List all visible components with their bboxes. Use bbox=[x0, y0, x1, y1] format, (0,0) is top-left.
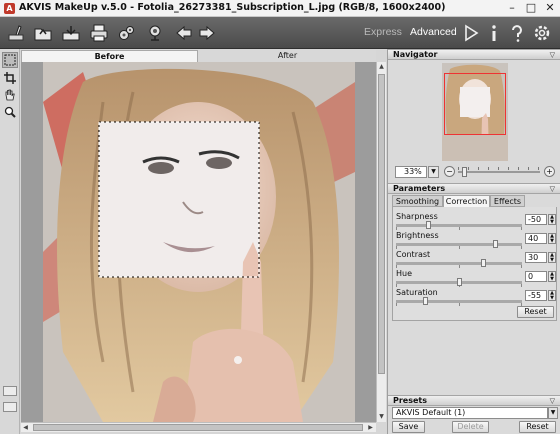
param-slider[interactable] bbox=[396, 300, 522, 306]
save-image-icon[interactable] bbox=[60, 22, 82, 44]
param-slider-thumb[interactable] bbox=[426, 221, 432, 229]
navigator-title: Navigator bbox=[393, 50, 438, 59]
preferences-icon[interactable] bbox=[531, 22, 553, 44]
param-value-field[interactable]: 0 bbox=[525, 271, 547, 282]
param-hue: Hue 0 ▲ ▼ bbox=[396, 269, 556, 287]
tab-effects[interactable]: Effects bbox=[490, 195, 525, 207]
redo-icon[interactable] bbox=[196, 22, 218, 44]
help-icon[interactable] bbox=[506, 22, 528, 44]
param-saturation: Saturation -55 ▲ ▼ bbox=[396, 288, 556, 306]
scroll-right-icon[interactable]: ▶ bbox=[366, 423, 375, 432]
vertical-scrollbar[interactable]: ▲ ▼ bbox=[376, 62, 386, 422]
preset-delete-button[interactable]: Delete bbox=[452, 421, 489, 433]
tab-smoothing[interactable]: Smoothing bbox=[392, 195, 443, 207]
presets-title: Presets bbox=[393, 396, 428, 405]
horizontal-scrollbar[interactable]: ◀ ▶ bbox=[21, 422, 376, 432]
image-viewport[interactable] bbox=[21, 62, 376, 422]
zoom-slider-track[interactable] bbox=[458, 167, 540, 173]
brush-icon bbox=[5, 22, 27, 44]
print-icon[interactable] bbox=[88, 22, 110, 44]
zoom-field[interactable]: 33% bbox=[395, 166, 427, 178]
express-mode-button[interactable]: Express bbox=[364, 26, 402, 38]
param-slider[interactable] bbox=[396, 224, 522, 230]
vertical-scroll-thumb[interactable] bbox=[378, 74, 385, 374]
spin-icon[interactable]: ▲ ▼ bbox=[548, 252, 556, 263]
param-value-field[interactable]: -50 bbox=[525, 214, 547, 225]
param-brightness: Brightness 40 ▲ ▼ bbox=[396, 231, 556, 249]
plugins-icon[interactable] bbox=[116, 22, 138, 44]
scroll-left-icon[interactable]: ◀ bbox=[21, 423, 30, 432]
right-panel: Navigator ▽ 33% ▼ − + Parameters ▽ Smoot… bbox=[387, 49, 560, 434]
param-slider[interactable] bbox=[396, 262, 522, 268]
hand-tool-icon[interactable] bbox=[2, 87, 18, 103]
tools-panel bbox=[0, 49, 20, 434]
scroll-down-icon[interactable]: ▼ bbox=[377, 412, 386, 421]
navigator-header[interactable]: Navigator ▽ bbox=[388, 49, 560, 60]
spin-icon[interactable]: ▲ ▼ bbox=[548, 290, 556, 301]
param-slider-thumb[interactable] bbox=[422, 297, 428, 305]
display-mode-icon[interactable] bbox=[3, 386, 17, 396]
portrait-photo bbox=[43, 62, 355, 422]
spin-icon[interactable]: ▲ ▼ bbox=[548, 214, 556, 225]
param-label: Sharpness bbox=[396, 212, 438, 221]
param-value-field[interactable]: -55 bbox=[525, 290, 547, 301]
akvis-logo-icon: A bbox=[4, 3, 15, 14]
param-slider-thumb[interactable] bbox=[456, 278, 462, 286]
param-slider-thumb[interactable] bbox=[492, 240, 498, 248]
window-title: AKVIS MakeUp v.5.0 - Fotolia_26273381_Su… bbox=[19, 2, 446, 13]
layout-toggle-icon[interactable] bbox=[3, 402, 17, 412]
correction-panel: Sharpness -50 ▲ ▼ Brightness 40 ▲ ▼ Contra… bbox=[392, 207, 557, 321]
zoom-dropdown-icon[interactable]: ▼ bbox=[428, 166, 439, 178]
navigator-thumbnail[interactable] bbox=[442, 63, 508, 161]
open-image-icon[interactable] bbox=[32, 22, 54, 44]
maximize-button[interactable]: □ bbox=[524, 1, 538, 15]
param-sharpness: Sharpness -50 ▲ ▼ bbox=[396, 212, 556, 230]
parameters-title: Parameters bbox=[393, 184, 446, 193]
collapse-icon[interactable]: ▽ bbox=[550, 396, 555, 406]
parameters-reset-button[interactable]: Reset bbox=[517, 306, 554, 318]
param-label: Saturation bbox=[396, 288, 438, 297]
param-slider[interactable] bbox=[396, 243, 522, 249]
param-value-field[interactable]: 40 bbox=[525, 233, 547, 244]
spin-icon[interactable]: ▲ ▼ bbox=[548, 233, 556, 244]
zoom-tool-icon[interactable] bbox=[2, 104, 18, 120]
param-label: Hue bbox=[396, 269, 413, 278]
selection-tool-icon[interactable] bbox=[2, 52, 18, 68]
preset-save-button[interactable]: Save bbox=[392, 421, 425, 433]
minimize-button[interactable]: – bbox=[505, 1, 519, 15]
preset-dropdown-icon[interactable]: ▼ bbox=[548, 407, 558, 419]
parameter-tabs: Smoothing Correction Effects bbox=[392, 195, 557, 207]
tab-after[interactable]: After bbox=[199, 50, 376, 62]
param-slider-thumb[interactable] bbox=[480, 259, 486, 267]
spin-icon[interactable]: ▲ ▼ bbox=[548, 271, 556, 282]
zoom-out-button[interactable]: − bbox=[444, 166, 455, 177]
tab-before[interactable]: Before bbox=[21, 50, 198, 62]
zoom-slider-thumb[interactable] bbox=[462, 167, 467, 177]
presets-header[interactable]: Presets ▽ bbox=[388, 395, 560, 406]
param-label: Brightness bbox=[396, 231, 439, 240]
collapse-icon[interactable]: ▽ bbox=[550, 184, 555, 194]
collapse-icon[interactable]: ▽ bbox=[550, 50, 555, 60]
title-bar: A AKVIS MakeUp v.5.0 - Fotolia_26273381_… bbox=[0, 0, 560, 17]
preset-select[interactable]: AKVIS Default (1) bbox=[392, 407, 548, 419]
param-contrast: Contrast 30 ▲ ▼ bbox=[396, 250, 556, 268]
scroll-up-icon[interactable]: ▲ bbox=[377, 62, 386, 71]
param-value-field[interactable]: 30 bbox=[525, 252, 547, 263]
crop-tool-icon[interactable] bbox=[2, 70, 18, 86]
run-icon[interactable] bbox=[460, 22, 482, 44]
zoom-in-button[interactable]: + bbox=[544, 166, 555, 177]
param-label: Contrast bbox=[396, 250, 431, 259]
batch-icon[interactable] bbox=[144, 22, 166, 44]
view-tabs: Before After bbox=[21, 50, 376, 62]
preset-reset-button[interactable]: Reset bbox=[519, 421, 556, 433]
tab-correction[interactable]: Correction bbox=[443, 195, 490, 207]
horizontal-scroll-thumb[interactable] bbox=[33, 424, 363, 431]
advanced-mode-button[interactable]: Advanced bbox=[410, 26, 457, 38]
undo-icon[interactable] bbox=[173, 22, 195, 44]
parameters-header[interactable]: Parameters ▽ bbox=[388, 183, 560, 194]
close-button[interactable]: ✕ bbox=[543, 1, 557, 15]
main-toolbar: Express Advanced bbox=[0, 17, 560, 49]
info-icon[interactable] bbox=[483, 22, 505, 44]
